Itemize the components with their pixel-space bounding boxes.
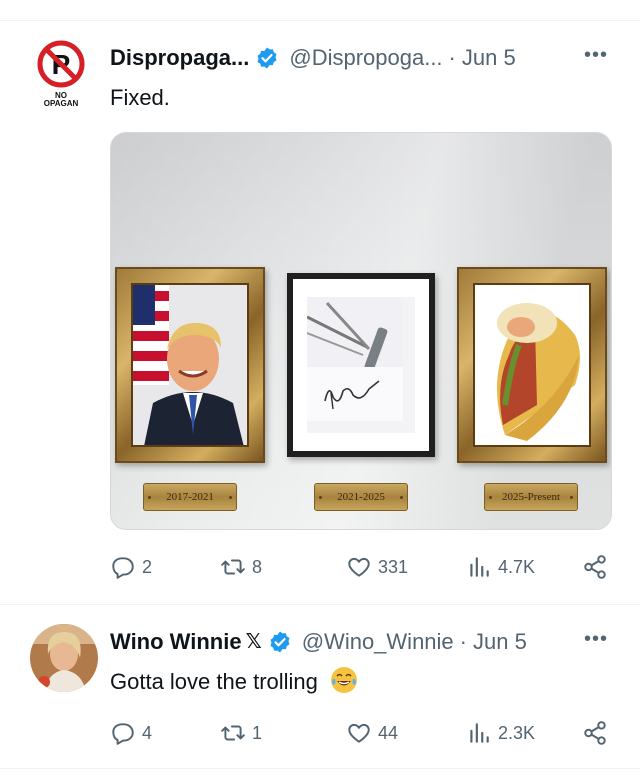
verified-badge-icon[interactable] xyxy=(255,46,279,70)
tweet-divider xyxy=(0,604,640,605)
heart-icon xyxy=(348,723,370,743)
reply-count: 2 xyxy=(142,556,153,577)
repost-icon xyxy=(221,725,245,741)
separator: · xyxy=(459,629,467,654)
views-button[interactable]: 2.3K xyxy=(466,720,535,746)
top-divider xyxy=(0,20,640,21)
like-button[interactable]: 44 xyxy=(346,720,398,746)
reply-button[interactable]: 2 xyxy=(110,554,152,580)
view-count: 2.3K xyxy=(498,722,536,743)
reply-button[interactable]: 4 xyxy=(110,720,152,746)
black-frame-middle xyxy=(287,273,435,457)
laughing-crying-emoji-icon xyxy=(331,667,358,693)
like-count: 44 xyxy=(378,722,399,743)
like-button[interactable]: 331 xyxy=(346,554,408,580)
x-logo-badge: 𝕏 xyxy=(245,631,262,653)
share-icon xyxy=(584,555,606,579)
gold-frame-right xyxy=(457,267,607,463)
repost-count: 8 xyxy=(252,556,263,577)
views-chart-icon xyxy=(470,557,489,577)
gold-frame-left xyxy=(115,267,265,463)
handle[interactable]: @Wino_Winnie xyxy=(302,628,454,656)
verified-badge-icon[interactable] xyxy=(268,630,292,654)
plaque-left: 2017-2021 xyxy=(143,483,237,511)
portrait-picture xyxy=(131,283,249,447)
bottom-divider xyxy=(0,768,640,769)
autopen-picture xyxy=(307,297,415,433)
share-icon xyxy=(584,721,606,745)
repost-count: 1 xyxy=(252,722,263,743)
tweet-header: Wino Winnie 𝕏 @Wino_Winnie · Jun 5 xyxy=(110,628,527,656)
handle[interactable]: @Dispropoga... xyxy=(289,44,442,72)
separator: · xyxy=(448,45,456,70)
taco-picture xyxy=(473,283,591,447)
display-name[interactable]: Dispropaga... xyxy=(110,44,249,72)
avatar[interactable] xyxy=(30,624,98,692)
reply-icon xyxy=(112,723,134,745)
views-button[interactable]: 4.7K xyxy=(466,554,535,580)
repost-button[interactable]: 8 xyxy=(220,554,262,580)
display-name[interactable]: Wino Winnie xyxy=(110,628,242,656)
no-parking-icon: P NO OPAGAN xyxy=(37,40,85,108)
tweet-header: Dispropaga... @Dispropoga... · Jun 5 xyxy=(110,44,516,72)
action-bar: 4 1 44 2.3K xyxy=(110,720,610,750)
share-button[interactable] xyxy=(582,554,608,580)
action-bar: 2 8 331 4.7K xyxy=(110,554,610,584)
like-count: 331 xyxy=(378,556,409,577)
timestamp[interactable]: Jun 5 xyxy=(473,628,527,656)
tweet-text-content: Gotta love the trolling xyxy=(110,669,318,694)
repost-button[interactable]: 1 xyxy=(220,720,262,746)
more-options-icon[interactable]: ••• xyxy=(584,628,608,651)
plaque-right: 2025-Present xyxy=(484,483,578,511)
reply-count: 4 xyxy=(142,722,153,743)
avatar[interactable]: P NO OPAGAN xyxy=(34,40,88,108)
plaque-middle: 2021-2025 xyxy=(314,483,408,511)
tweet-text: Gotta love the trolling xyxy=(110,666,358,696)
more-options-icon[interactable]: ••• xyxy=(584,44,608,67)
view-count: 4.7K xyxy=(498,556,536,577)
timestamp[interactable]: Jun 5 xyxy=(462,44,516,72)
tweet-text: Fixed. xyxy=(110,85,170,110)
repost-icon xyxy=(221,559,245,575)
heart-icon xyxy=(348,557,370,577)
avatar-caption-bottom: OPAGAN xyxy=(44,99,79,108)
share-button[interactable] xyxy=(582,720,608,746)
tweet-image[interactable]: 2017-2021 2021-2025 2025-Present xyxy=(110,132,612,530)
views-chart-icon xyxy=(470,723,489,743)
reply-icon xyxy=(112,557,134,579)
